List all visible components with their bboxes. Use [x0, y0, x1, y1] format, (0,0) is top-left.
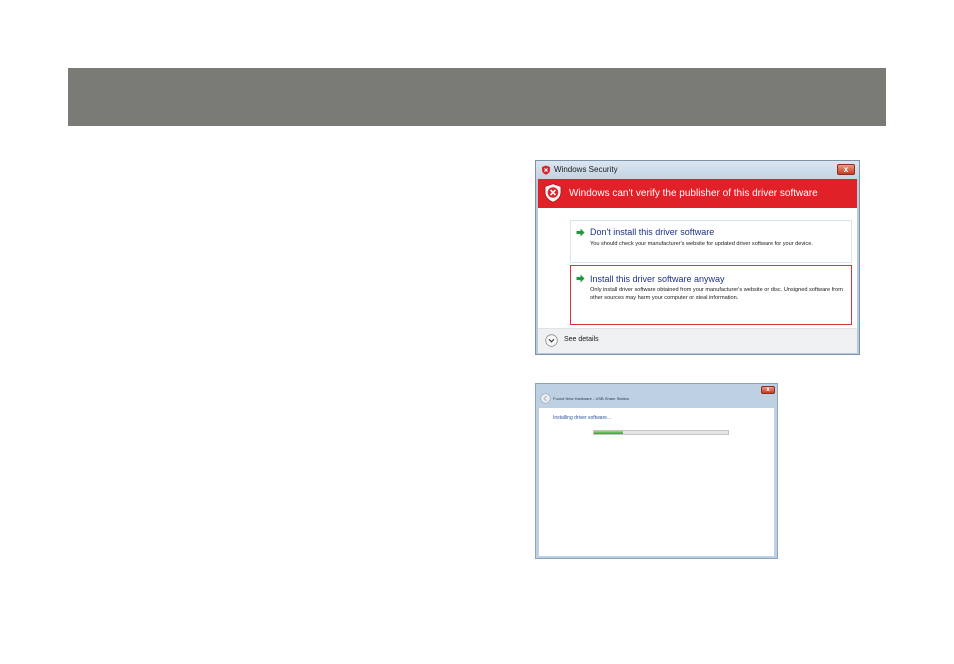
- option-description: Only install driver software obtained fr…: [590, 287, 843, 301]
- chevron-down-icon[interactable]: [545, 334, 558, 347]
- close-button[interactable]: x: [761, 386, 775, 394]
- status-text: Installing driver software...: [553, 415, 612, 421]
- title-bar: Windows Security x: [536, 161, 859, 179]
- dialog-body: Installing driver software...: [539, 408, 774, 556]
- progress-bar: [593, 430, 729, 435]
- dialog-footer: See details: [538, 328, 857, 353]
- dialog-title: Found New Hardware - USB Share Station: [553, 396, 630, 401]
- dialog-body: Don't install this driver software You s…: [538, 208, 857, 328]
- warning-banner: Windows can't verify the publisher of th…: [538, 179, 857, 208]
- install-anyway-option[interactable]: Install this driver software anyway Only…: [570, 265, 852, 325]
- progress-fill: [594, 431, 624, 434]
- back-arrow-icon[interactable]: [540, 393, 551, 404]
- dont-install-option[interactable]: Don't install this driver software You s…: [570, 220, 852, 263]
- windows-security-dialog: Windows Security x Windows can't verify …: [535, 160, 860, 355]
- option-title: Don't install this driver software: [590, 227, 715, 237]
- arrow-right-icon: [576, 274, 585, 283]
- close-icon: x: [843, 165, 849, 174]
- close-icon: x: [766, 387, 770, 393]
- found-new-hardware-dialog: x Found New Hardware - USB Share Station…: [535, 383, 778, 559]
- arrow-right-icon: [576, 228, 585, 237]
- option-title: Install this driver software anyway: [590, 274, 725, 284]
- shield-icon: [542, 165, 550, 175]
- shield-x-icon: [544, 183, 562, 203]
- banner-text: Windows can't verify the publisher of th…: [569, 188, 818, 199]
- close-button[interactable]: x: [837, 164, 855, 175]
- see-details-link[interactable]: See details: [564, 336, 599, 343]
- dialog-title: Windows Security: [554, 165, 618, 174]
- header-bar: [68, 68, 886, 126]
- option-description: You should check your manufacturer's web…: [590, 241, 813, 247]
